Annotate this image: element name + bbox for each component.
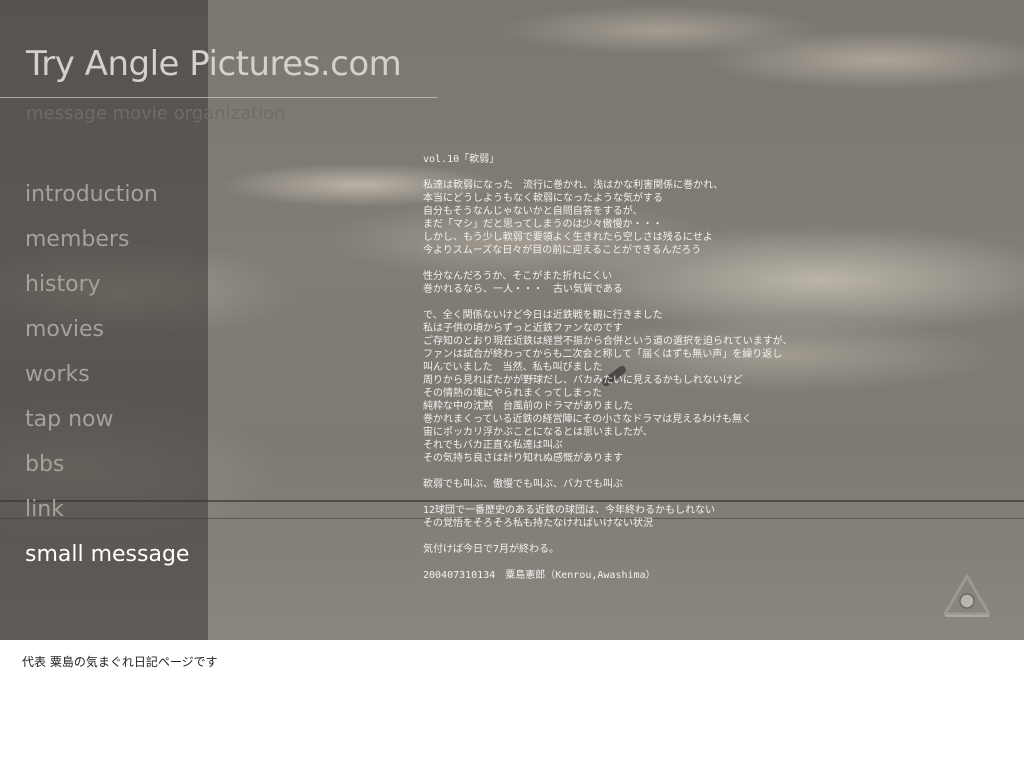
post-spacer (423, 257, 1003, 270)
post-line: 本当にどうしようもなく軟弱になったような気がする (423, 193, 663, 204)
nav-item-link[interactable]: link (25, 493, 189, 538)
sidebar: introduction members history movies works tap… (0, 0, 208, 640)
post-spacer (423, 296, 1003, 309)
nav-item-members[interactable]: members (25, 223, 189, 268)
post-line: 私達は軟弱になった 流行に巻かれ、浅はかな利害関係に巻かれ、 (423, 180, 724, 191)
post-line: で、全く関係ないけど今日は近鉄戦を観に行きました (423, 310, 663, 321)
post-line: 今よりスムーズな日々が目の前に迎えることができるんだろう (423, 245, 702, 256)
post-line: その気持ち良さは計り知れぬ感慨があります (423, 453, 623, 464)
post-line: まだ「マシ」だと思ってしまうのは少々傲慢か・・・ (423, 219, 663, 230)
hero-background: introduction members history movies works tap… (0, 0, 1024, 640)
post-line: 巻かれまくっている近鉄の経営陣にその小さなドラマは見えるわけも無く (423, 414, 752, 425)
post-spacer (423, 166, 1003, 179)
nav-item-tap-now[interactable]: tap now (25, 403, 189, 448)
post-line: 私は子供の頃からずっと近鉄ファンなのです (423, 323, 623, 334)
post-line: その情熱の塊にやられまくってしまった (423, 388, 603, 399)
triangle-eye-icon[interactable] (943, 574, 991, 618)
nav-item-small-message[interactable]: small message (25, 538, 189, 583)
post-line: それでもバカ正直な私達は叫ぶ (423, 440, 563, 451)
footer-description: 代表 粟島の気まぐれ日記ページです (22, 655, 218, 669)
title-divider (0, 97, 438, 98)
site-title[interactable]: Try Angle Pictures.com (26, 44, 402, 84)
post-line: 叫んでいました 当然、私も叫びました (423, 362, 603, 373)
post-spacer (423, 530, 1003, 543)
post-line: 気付けば今日で7月が終わる。 (423, 544, 560, 555)
nav-item-introduction[interactable]: introduction (25, 178, 189, 223)
post-line: 性分なんだろうか、そこがまた折れにくい (423, 271, 612, 282)
nav-item-history[interactable]: history (25, 268, 189, 313)
post-spacer (423, 465, 1003, 478)
tagline: message movie organization (26, 103, 286, 124)
post-line: 純粋な中の沈黙 台風前のドラマがありました (423, 401, 633, 412)
post-line: vol.10「軟弱」 (423, 154, 500, 165)
post-line: その覚悟をそろそろ私も持たなければいけない状況 (423, 518, 653, 529)
post-line: しかし、もう少し軟弱で要領よく生きれたら空しさは残るにせよ (423, 232, 713, 243)
post-line: ご存知のとおり現在近鉄は経営不振から合併という道の選択を迫られていますが、 (423, 336, 793, 347)
post-line: 自分もそうなんじゃないかと自問自答をするが、 (423, 206, 643, 217)
post-line: 12球団で一番歴史のある近鉄の球団は、今年終わるかもしれない (423, 505, 716, 516)
post-line: 巻かれるなら、一人・・・ 古い気質である (423, 284, 623, 295)
post-line: 軟弱でも叫ぶ、傲慢でも叫ぶ、バカでも叫ぶ (423, 479, 623, 490)
nav-item-works[interactable]: works (25, 358, 189, 403)
post-spacer (423, 491, 1003, 504)
nav-item-bbs[interactable]: bbs (25, 448, 189, 493)
post-spacer (423, 556, 1003, 569)
post-line: 周りから見ればたかが野球だし、バカみたいに見えるかもしれないけど (423, 375, 743, 386)
blog-post: vol.10「軟弱」私達は軟弱になった 流行に巻かれ、浅はかな利害関係に巻かれ、… (423, 153, 1003, 582)
post-line: 宙にポッカリ浮かぶことになるとは思いましたが、 (423, 427, 653, 438)
post-line: 200407310134 粟島憲郎（Kenrou,Awashima） (423, 570, 656, 581)
post-line: ファンは試合が終わってからも二次会と称して「届くはずも無い声」を繰り返し (423, 349, 783, 360)
main-nav: introduction members history movies works tap… (25, 178, 189, 583)
nav-item-movies[interactable]: movies (25, 313, 189, 358)
